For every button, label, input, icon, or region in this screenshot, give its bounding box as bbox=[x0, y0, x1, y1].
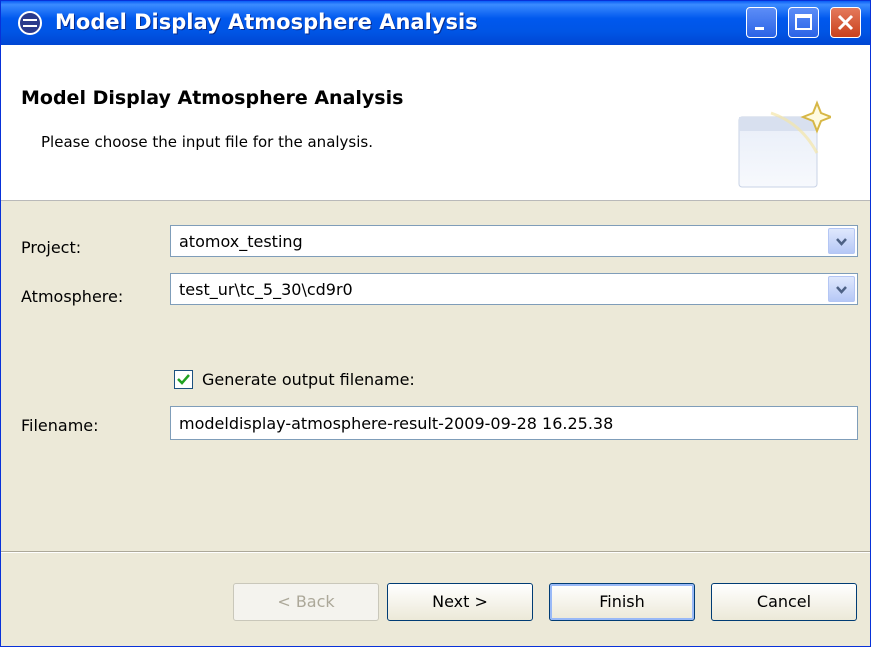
project-dropdown-button[interactable] bbox=[828, 228, 855, 254]
minimize-icon bbox=[755, 27, 764, 30]
next-button[interactable]: Next > bbox=[387, 583, 533, 621]
eclipse-app-icon bbox=[18, 11, 42, 35]
maximize-icon bbox=[795, 14, 812, 30]
button-separator bbox=[1, 551, 870, 553]
close-button[interactable] bbox=[830, 7, 861, 38]
cancel-button[interactable]: Cancel bbox=[711, 583, 857, 621]
title-bar[interactable]: Model Display Atmosphere Analysis bbox=[1, 1, 870, 45]
wizard-dialog: Model Display Atmosphere Analysis Model … bbox=[0, 0, 871, 647]
page-description: Please choose the input file for the ana… bbox=[41, 133, 373, 151]
generate-output-label[interactable]: Generate output filename: bbox=[202, 370, 415, 389]
back-button[interactable]: < Back bbox=[233, 583, 379, 621]
finish-button[interactable]: Finish bbox=[549, 583, 695, 621]
maximize-button[interactable] bbox=[788, 7, 819, 38]
page-title: Model Display Atmosphere Analysis bbox=[21, 87, 404, 109]
checkmark-icon bbox=[177, 374, 190, 385]
minimize-button[interactable] bbox=[746, 7, 777, 38]
generate-output-checkbox[interactable] bbox=[174, 370, 193, 389]
project-combo[interactable]: atomox_testing bbox=[170, 225, 858, 257]
project-value: atomox_testing bbox=[179, 232, 303, 251]
wizard-header: Model Display Atmosphere Analysis Please… bbox=[1, 45, 870, 201]
new-window-wizard-icon bbox=[738, 100, 831, 188]
atmosphere-dropdown-button[interactable] bbox=[828, 276, 855, 302]
filename-value: modeldisplay-atmosphere-result-2009-09-2… bbox=[179, 414, 614, 433]
filename-label: Filename: bbox=[21, 416, 99, 435]
chevron-down-icon bbox=[836, 286, 847, 294]
project-label: Project: bbox=[21, 238, 82, 257]
atmosphere-value: test_ur\tc_5_30\cd9r0 bbox=[179, 280, 353, 299]
atmosphere-combo[interactable]: test_ur\tc_5_30\cd9r0 bbox=[170, 273, 858, 305]
window-title: Model Display Atmosphere Analysis bbox=[55, 10, 478, 34]
atmosphere-label: Atmosphere: bbox=[21, 287, 124, 306]
close-icon bbox=[837, 14, 854, 31]
filename-input[interactable]: modeldisplay-atmosphere-result-2009-09-2… bbox=[170, 406, 858, 440]
chevron-down-icon bbox=[836, 238, 847, 246]
